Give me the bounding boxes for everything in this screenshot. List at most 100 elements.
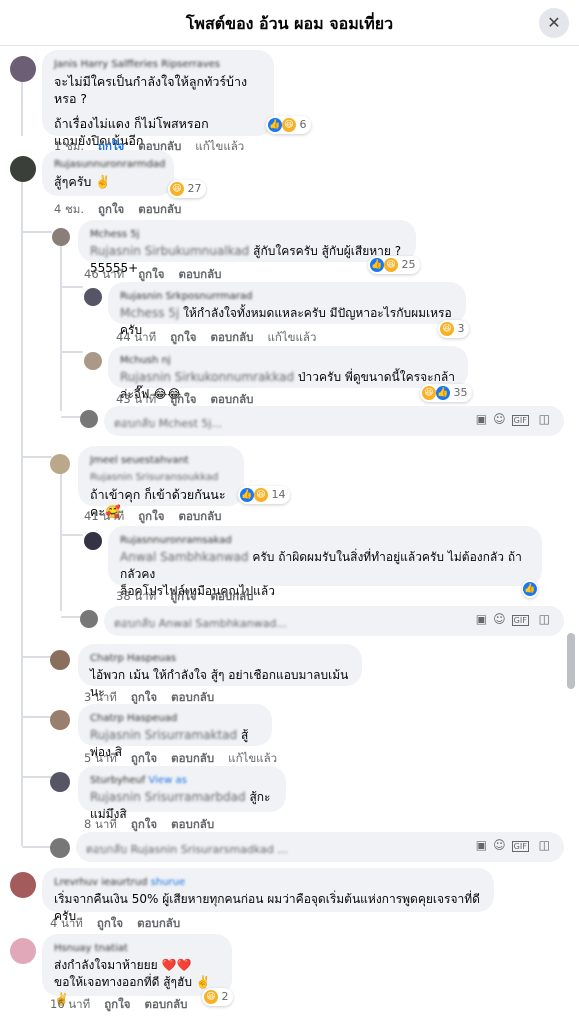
sticker-icon[interactable]: ◫ <box>539 612 556 626</box>
reply-input[interactable]: ตอบกลับ Rujasnin Srisurarsmadkad ... ▣☺ G… <box>76 832 564 862</box>
avatar[interactable] <box>84 288 102 306</box>
comment-author[interactable]: Mchess 5j <box>90 226 404 243</box>
avatar[interactable] <box>84 532 102 550</box>
like-button[interactable]: ถูกใจ <box>131 690 157 704</box>
sticker-comment-icon[interactable]: ▣ <box>476 612 493 626</box>
comment-author[interactable]: Janis Harry Salfferies Ripserraves <box>54 56 262 73</box>
gif-icon[interactable]: GIF <box>511 415 529 426</box>
scrollbar[interactable] <box>567 633 575 689</box>
sticker-icon[interactable]: ◫ <box>539 838 556 852</box>
comment-bubble: Chatrp Haspeuad Rujasnin Srisurramaktad … <box>78 704 272 759</box>
mention-tag[interactable]: Mchess 5j <box>120 306 179 320</box>
mention-tag[interactable]: Rujasnin Sirbukumnualkad <box>90 244 249 258</box>
view-as-link[interactable]: View as <box>149 775 187 786</box>
comment-author[interactable]: Rujasnnuronramsakad <box>120 532 530 549</box>
comment-text: สู้ๆครับ ✌️ <box>54 174 111 189</box>
reaction-count[interactable]: 😆 27 <box>168 180 206 198</box>
reply-button[interactable]: ตอบกลับ <box>210 589 253 603</box>
edited-label: แก้ไขแล้ว <box>228 751 278 765</box>
mention-tag[interactable]: Rujasnin Srisuransoukkad <box>90 469 232 486</box>
reply-button[interactable]: ตอบกลับ <box>210 330 253 344</box>
comment-author[interactable]: Sturbyheuf <box>90 775 145 786</box>
reply-button[interactable]: ตอบกลับ <box>178 267 221 281</box>
reply-button[interactable]: ตอบกลับ <box>144 997 187 1011</box>
reply-button[interactable]: ตอบกลับ <box>171 690 214 704</box>
reply-button[interactable]: ตอบกลับ <box>138 202 181 216</box>
avatar <box>80 610 98 628</box>
comment-author[interactable]: Jmeel seuestahvant <box>90 452 232 469</box>
avatar[interactable] <box>50 710 70 730</box>
comment-author[interactable]: Chatrp Haspeuad <box>90 710 260 727</box>
avatar[interactable] <box>50 454 70 474</box>
comment-time: 3 นาที <box>84 690 117 704</box>
reaction-count[interactable]: 👍 😆 25 <box>368 256 420 274</box>
reply-input[interactable]: ตอบกลับ Mchest 5j... ▣☺ GIF ◫ <box>104 406 564 436</box>
avatar[interactable] <box>52 228 70 246</box>
avatar[interactable] <box>10 156 36 182</box>
reply-button[interactable]: ตอบกลับ <box>137 916 180 930</box>
comment-time: 8 นาที <box>84 817 117 831</box>
avatar[interactable] <box>50 772 70 792</box>
like-button[interactable]: ถูกใจ <box>131 751 157 765</box>
sticker-icon[interactable]: ◫ <box>539 412 556 426</box>
emoji-icon[interactable]: ☺ <box>493 838 512 852</box>
reaction-count[interactable]: 👍 😆 14 <box>238 486 290 504</box>
reply-button[interactable]: ตอบกลับ <box>171 817 214 831</box>
comment-text: ถ้าเรื่องไม่แดง ก็ไม่โพสหรอก <box>54 116 209 131</box>
mention-tag[interactable]: Rujasnin Sirkukonnumrakkad <box>120 370 294 384</box>
comment-bubble: Jmeel seuestahvant Rujasnin Srisuransouk… <box>78 446 244 519</box>
comment-time: 4 นาที <box>50 916 83 930</box>
like-button[interactable]: ถูกใจ <box>138 267 164 281</box>
emoji-icon[interactable]: ☺ <box>493 412 512 426</box>
comment-bubble: Sturbyheuf View as Rujasnin Srisurramarb… <box>78 766 286 821</box>
comment-time: 43 นาที <box>116 392 157 406</box>
sticker-comment-icon[interactable]: ▣ <box>476 412 493 426</box>
mention-tag[interactable]: Rujasnin Srisurramarbdad <box>90 790 246 804</box>
reaction-count[interactable]: 😆 👍 35 <box>420 384 472 402</box>
avatar[interactable] <box>10 56 36 82</box>
view-as-link[interactable]: shurue <box>151 877 186 888</box>
edited-label: แก้ไขแล้ว <box>267 330 317 344</box>
comment-time: 38 นาที <box>116 589 157 603</box>
like-button[interactable]: ถูกใจ <box>170 589 196 603</box>
like-button[interactable]: ถูกใจ <box>98 202 124 216</box>
reaction-count[interactable]: 😆 3 <box>438 320 469 338</box>
comment-author[interactable]: Rujasnin Srkposnurrmarad <box>120 288 454 305</box>
reaction-count[interactable]: 😆 2 <box>202 988 233 1006</box>
comments-list[interactable]: Janis Harry Salfferies Ripserraves จะไม่… <box>0 46 579 1024</box>
avatar[interactable] <box>50 650 70 670</box>
reply-button[interactable]: ตอบกลับ <box>171 751 214 765</box>
comment-author[interactable]: Lrevrhuv ieaurtrud <box>54 877 147 888</box>
comment-author[interactable]: Hsnuay tnatiat <box>54 940 220 957</box>
like-button[interactable]: ถูกใจ <box>131 817 157 831</box>
reaction-count[interactable]: 👍 😆 6 <box>266 116 311 134</box>
like-button[interactable]: ถูกใจ <box>97 916 123 930</box>
comment-text: ส่งกำลังใจมาห้ายยย ❤️❤️ <box>54 958 192 972</box>
comment-bubble: Lrevrhuv ieaurtrud shurue เริ่มจากคืนเงิ… <box>42 868 494 923</box>
avatar <box>50 838 70 858</box>
comment-author[interactable]: Chatrp Haspeuas <box>90 650 350 667</box>
mention-tag[interactable]: Anwal Sambhkanwad <box>120 550 249 564</box>
mention-tag[interactable]: Rujasnin Srisurramaktad <box>90 728 237 742</box>
reply-button[interactable]: ตอบกลับ <box>178 509 221 523</box>
gif-icon[interactable]: GIF <box>511 841 529 852</box>
avatar[interactable] <box>10 938 36 964</box>
avatar[interactable] <box>84 352 102 370</box>
close-icon[interactable]: ✕ <box>539 8 569 38</box>
emoji-icon[interactable]: ☺ <box>493 612 512 626</box>
comment-author[interactable]: Mchush nj <box>120 352 456 369</box>
comment-author[interactable]: Rujasunnuronrarmdad <box>54 156 165 173</box>
like-button[interactable]: ถูกใจ <box>104 997 130 1011</box>
comment-bubble: Mchush nj Rujasnin Sirkukonnumrakkad ป่า… <box>108 346 468 401</box>
like-button[interactable]: ถูกใจ <box>170 392 196 406</box>
gif-icon[interactable]: GIF <box>511 615 529 626</box>
reply-input[interactable]: ตอบกลับ Anwal Sambhkanwad... ▣☺ GIF ◫ <box>104 606 564 636</box>
reaction-count[interactable]: 👍 <box>522 580 538 598</box>
like-button[interactable]: ถูกใจ <box>170 330 196 344</box>
comment-bubble: Chatrp Haspeuas ไอ้พวก เม้น ให้กำลังใจ ส… <box>78 644 362 699</box>
reply-button[interactable]: ตอบกลับ <box>210 392 253 406</box>
comment-time: 4 ชม. <box>54 202 85 216</box>
sticker-comment-icon[interactable]: ▣ <box>476 838 493 852</box>
like-button[interactable]: ถูกใจ <box>138 509 164 523</box>
avatar[interactable] <box>10 872 36 898</box>
